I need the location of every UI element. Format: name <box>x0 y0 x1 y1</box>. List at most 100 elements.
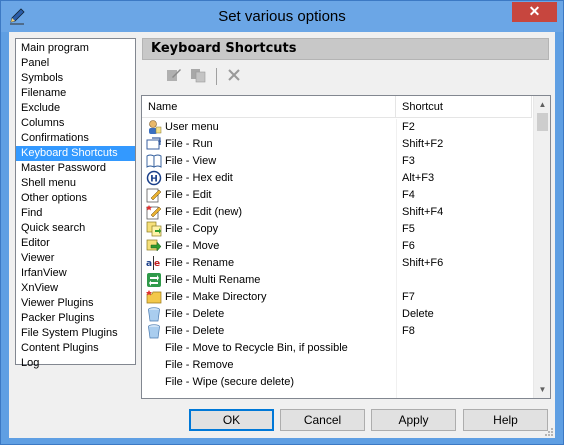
table-row[interactable]: File - Edit F4 <box>142 187 532 204</box>
category-item-packer-plugins[interactable]: Packer Plugins <box>16 311 135 326</box>
table-row[interactable]: H File - Hex edit Alt+F3 <box>142 170 532 187</box>
table-row[interactable]: File - Remove <box>142 357 532 374</box>
shortcut-key: F5 <box>402 223 415 235</box>
category-item-filename[interactable]: Filename <box>16 86 135 101</box>
table-row[interactable]: a e File - Rename Shift+F6 <box>142 255 532 272</box>
command-name: File - Multi Rename <box>165 274 261 286</box>
category-item-xnview[interactable]: XnView <box>16 281 135 296</box>
resize-grip-icon[interactable] <box>543 426 553 436</box>
section-title: Keyboard Shortcuts <box>142 38 549 60</box>
table-row[interactable]: File - Make Directory F7 <box>142 289 532 306</box>
delete-icon <box>226 67 242 86</box>
scroll-up-icon[interactable]: ▲ <box>534 96 550 113</box>
category-item-editor[interactable]: Editor <box>16 236 135 251</box>
command-name: File - Edit (new) <box>165 206 243 218</box>
column-header-name[interactable]: Name <box>142 96 396 118</box>
column-header-shortcut[interactable]: Shortcut <box>396 96 532 118</box>
svg-text:e: e <box>154 259 160 269</box>
table-row[interactable]: File - Move F6 <box>142 238 532 255</box>
table-row[interactable]: File - View F3 <box>142 153 532 170</box>
shortcut-key: F7 <box>402 291 415 303</box>
category-item-other-options[interactable]: Other options <box>16 191 135 206</box>
category-item-symbols[interactable]: Symbols <box>16 71 135 86</box>
shortcut-key: F8 <box>402 325 415 337</box>
category-item-main-program[interactable]: Main program <box>16 41 135 56</box>
view-icon <box>146 153 162 169</box>
table-row[interactable]: File - Multi Rename <box>142 272 532 289</box>
edit-shortcut-button[interactable] <box>164 66 184 86</box>
title-bar[interactable]: Set various options ✕ <box>1 1 563 32</box>
scroll-down-icon[interactable]: ▼ <box>534 381 550 398</box>
category-item-viewer[interactable]: Viewer <box>16 251 135 266</box>
shortcut-key: F3 <box>402 155 415 167</box>
toolbar-separator <box>216 68 217 85</box>
multi-rename-icon <box>146 272 162 288</box>
table-row[interactable]: File - Run Shift+F2 <box>142 136 532 153</box>
category-item-shell-menu[interactable]: Shell menu <box>16 176 135 191</box>
table-row[interactable]: File - Move to Recycle Bin, if possible <box>142 340 532 357</box>
window-title: Set various options <box>218 8 346 25</box>
shortcut-key: Shift+F2 <box>402 138 444 150</box>
shortcut-key: Alt+F3 <box>402 172 435 184</box>
delete-icon <box>146 323 162 339</box>
run-icon <box>146 136 162 152</box>
table-row[interactable]: File - Wipe (secure delete) <box>142 374 532 391</box>
edit-icon <box>146 187 162 203</box>
shortcut-key: Shift+F6 <box>402 257 444 269</box>
shortcut-key: Shift+F4 <box>402 206 444 218</box>
command-name: File - Edit <box>165 189 212 201</box>
table-row[interactable]: File - Edit (new) Shift+F4 <box>142 204 532 221</box>
category-list[interactable]: Main program Panel Symbols Filename Exclude C… <box>15 38 136 369</box>
command-name: File - Hex edit <box>165 172 233 184</box>
shortcuts-table: Name Shortcut User menu F2 File - Run Shift… <box>141 95 551 399</box>
scroll-thumb[interactable] <box>537 113 548 131</box>
category-item-irfanview[interactable]: IrfanView <box>16 266 135 281</box>
cancel-button[interactable]: Cancel <box>280 409 365 431</box>
command-name: User menu <box>165 121 219 133</box>
copy-icon <box>146 221 162 237</box>
dialog-body: Main program Panel Symbols Filename Exclude C… <box>9 32 555 438</box>
command-name: File - Delete <box>165 308 225 320</box>
delete-shortcut-button[interactable] <box>224 66 244 86</box>
category-item-columns[interactable]: Columns <box>16 116 135 131</box>
table-rows: User menu F2 File - Run Shift+F2 File - View… <box>142 119 532 391</box>
apply-button[interactable]: Apply <box>371 409 456 431</box>
command-name: File - Wipe (secure delete) <box>165 376 294 388</box>
category-item-keyboard-shortcuts[interactable]: Keyboard Shortcuts <box>16 146 135 161</box>
category-item-quick-search[interactable]: Quick search <box>16 221 135 236</box>
category-item-file-system-plugins[interactable]: File System Plugins <box>16 326 135 341</box>
command-name: File - Copy <box>165 223 219 235</box>
table-row[interactable]: User menu F2 <box>142 119 532 136</box>
table-header: Name Shortcut <box>142 96 532 118</box>
rename-icon: ae <box>146 255 162 271</box>
command-name: File - Run <box>165 138 213 150</box>
ok-button[interactable]: OK <box>189 409 274 431</box>
command-name: File - Move <box>165 240 220 252</box>
shortcut-key: F2 <box>402 121 415 133</box>
delete-icon <box>146 306 162 322</box>
category-item-confirmations[interactable]: Confirmations <box>16 131 135 146</box>
category-item-panel[interactable]: Panel <box>16 56 135 71</box>
category-item-viewer-plugins[interactable]: Viewer Plugins <box>16 296 135 311</box>
table-row[interactable]: File - Copy F5 <box>142 221 532 238</box>
category-item-exclude[interactable]: Exclude <box>16 101 135 116</box>
shortcut-key: Delete <box>402 308 434 320</box>
hex-edit-icon: H <box>146 170 162 186</box>
category-item-find[interactable]: Find <box>16 206 135 221</box>
table-row[interactable]: File - Delete F8 <box>142 323 532 340</box>
edit-icon <box>166 67 182 86</box>
copy-shortcut-button[interactable] <box>188 66 208 86</box>
vertical-scrollbar[interactable]: ▲ ▼ <box>533 96 550 398</box>
close-button[interactable]: ✕ <box>512 2 557 22</box>
category-item-log[interactable]: Log <box>16 356 135 371</box>
options-dialog: Set various options ✕ Main program Panel S… <box>0 0 564 445</box>
category-item-master-password[interactable]: Master Password <box>16 161 135 176</box>
svg-text:a: a <box>146 259 152 269</box>
command-name: File - View <box>165 155 217 167</box>
svg-text:H: H <box>150 175 158 185</box>
help-button[interactable]: Help <box>463 409 548 431</box>
category-item-content-plugins[interactable]: Content Plugins <box>16 341 135 356</box>
shortcut-key: F4 <box>402 189 415 201</box>
command-name: File - Delete <box>165 325 225 337</box>
table-row[interactable]: File - Delete Delete <box>142 306 532 323</box>
